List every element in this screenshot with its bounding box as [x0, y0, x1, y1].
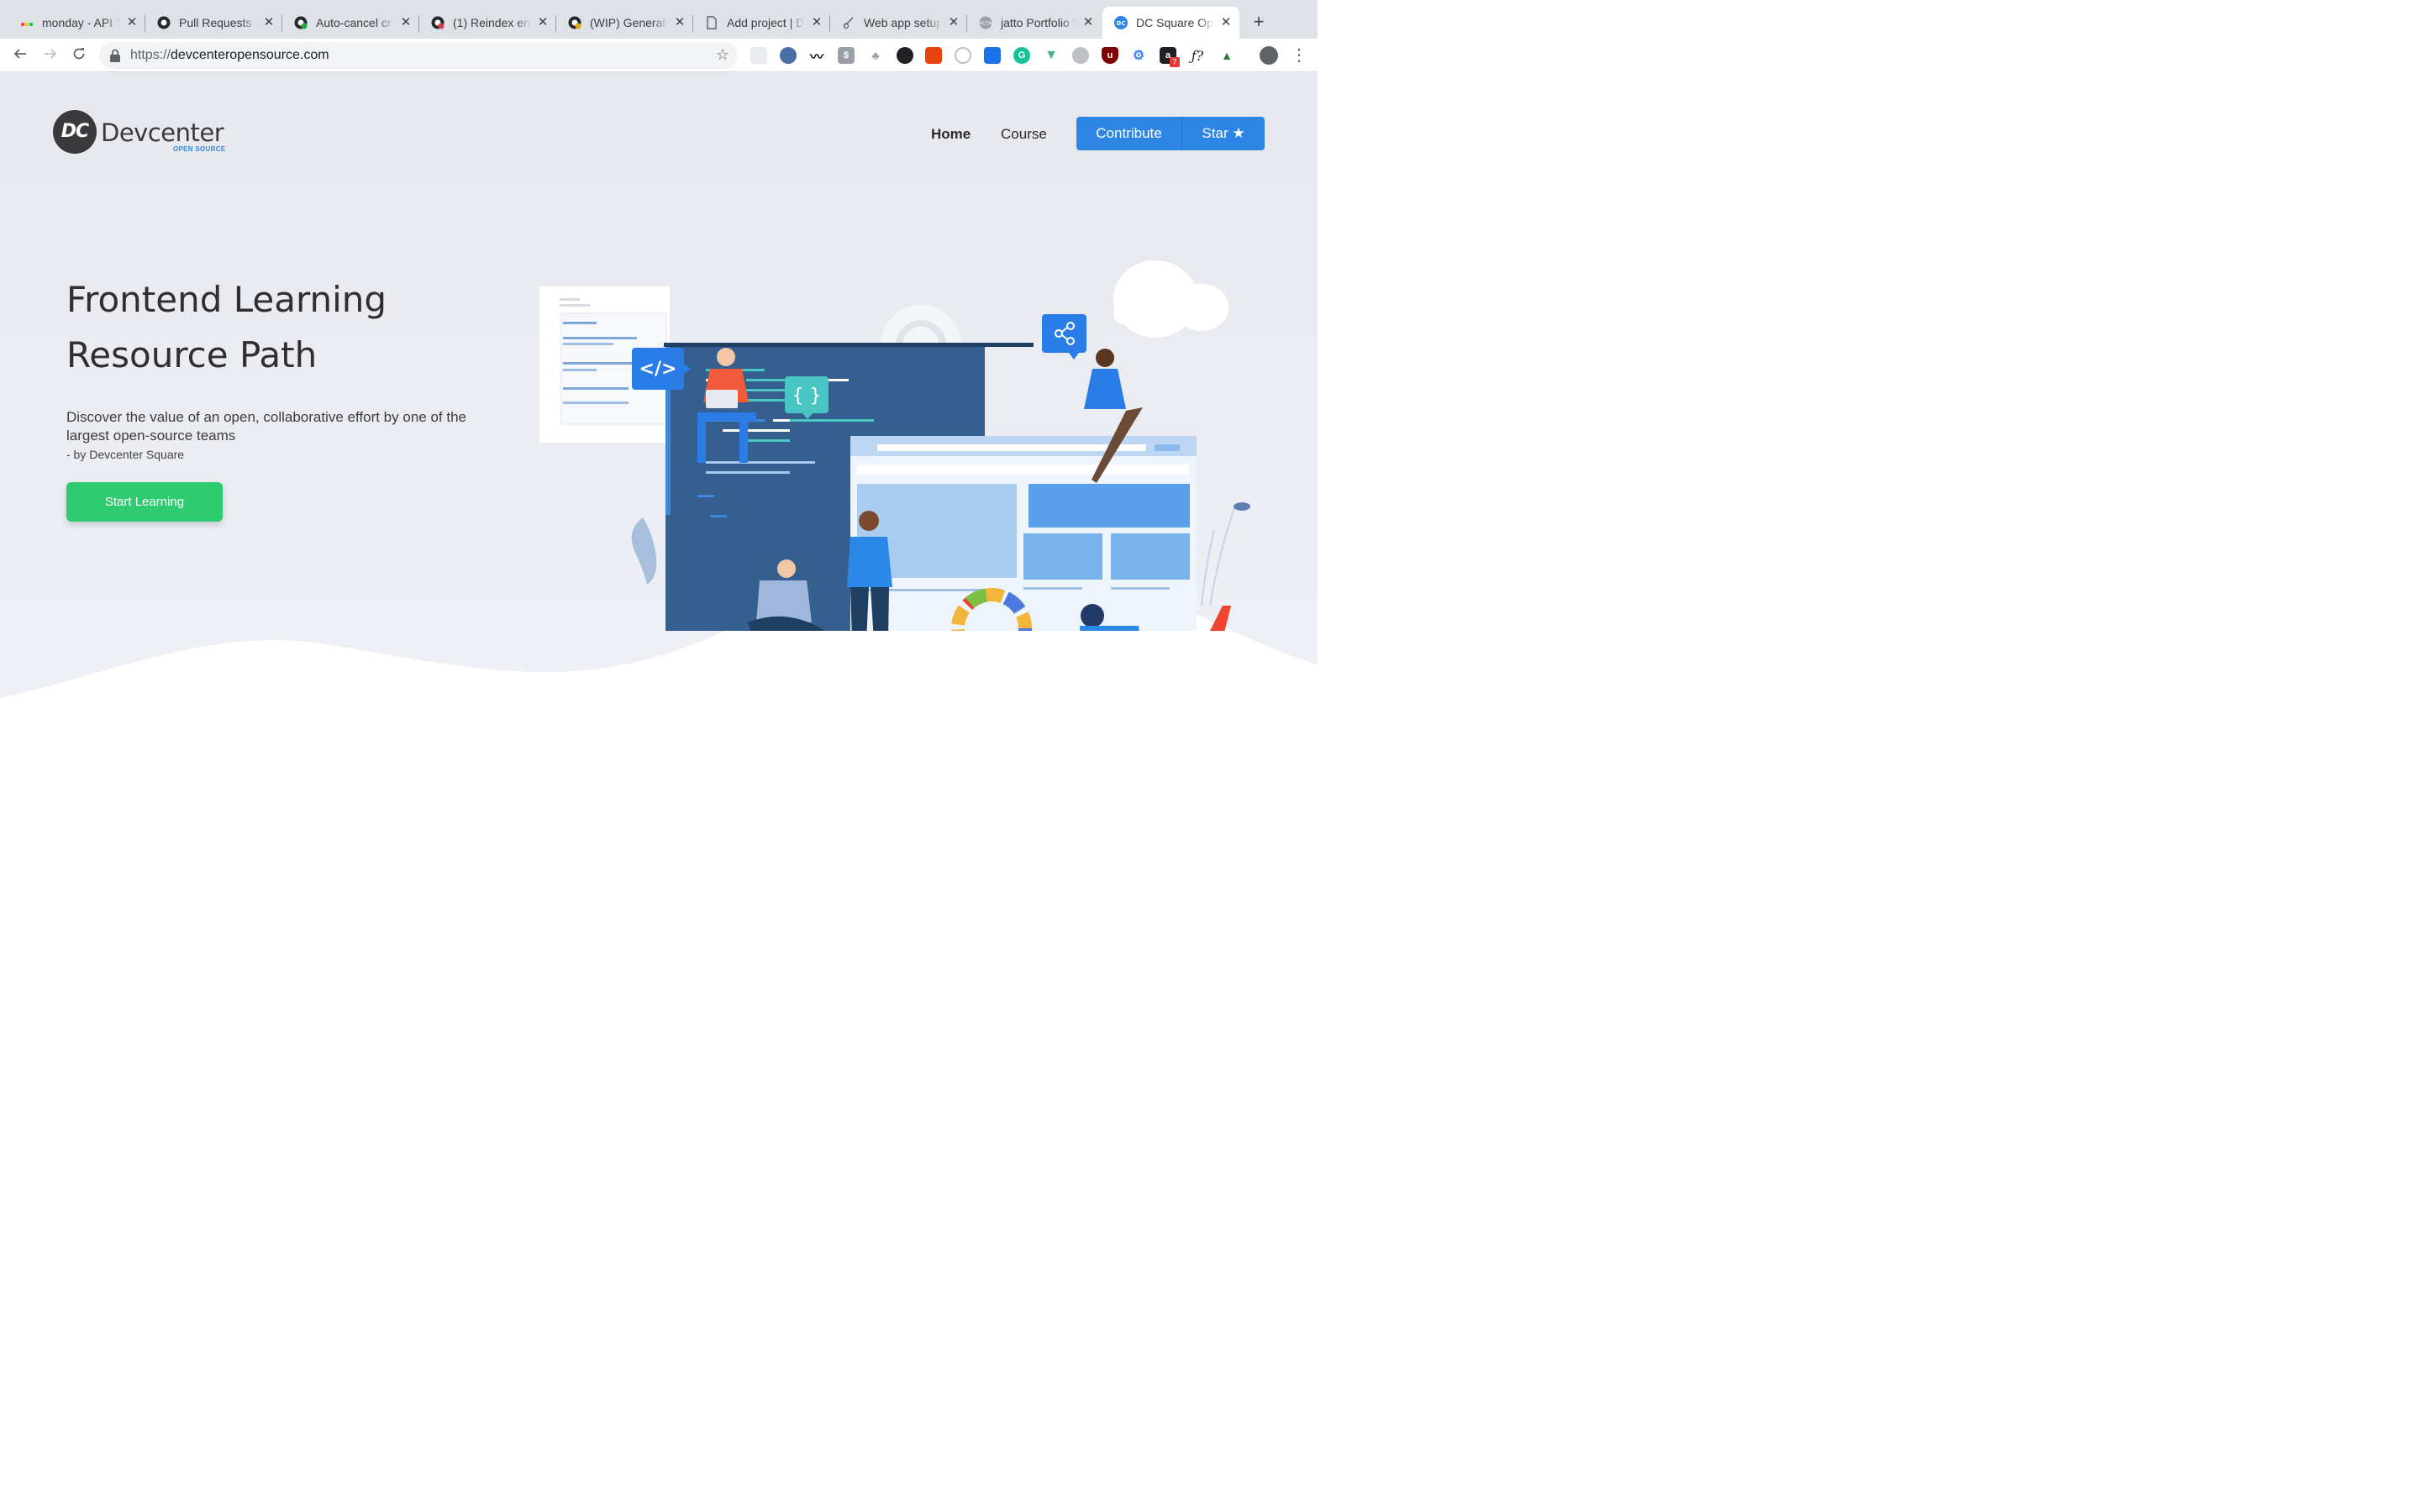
contribute-button[interactable]: Contribute: [1076, 117, 1182, 150]
browser-tab[interactable]: </> jatto Portfolio V ✕: [967, 7, 1102, 39]
extension-screenshot-icon[interactable]: [984, 47, 1001, 64]
nav-course-link[interactable]: Course: [1001, 126, 1047, 143]
browser-tab[interactable]: (1) Reindex enh ✕: [419, 7, 556, 39]
cloud-shape: [1113, 260, 1228, 338]
extension-avatar-icon[interactable]: [1072, 47, 1089, 64]
forward-arrow-icon[interactable]: [40, 45, 60, 66]
start-learning-button[interactable]: Start Learning: [66, 482, 223, 522]
tab-title: (WIP) Generate: [590, 16, 668, 29]
browser-tab[interactable]: Auto-cancel cr ✕: [282, 7, 419, 39]
extension-mountain-icon[interactable]: ▲: [1218, 47, 1235, 64]
tab-title: jatto Portfolio V: [1001, 16, 1076, 29]
browser-toolbar: https://devcenteropensource.com ☆ 〰 $ ♣ …: [0, 39, 1318, 72]
tab-title: DC Square Ope: [1136, 16, 1214, 29]
monday-icon: [20, 16, 34, 29]
extension-circle-icon[interactable]: [897, 47, 913, 64]
web-page: DC Devcenter OPEN SOURCE Home Course Con…: [0, 72, 1318, 823]
extension-gear-icon[interactable]: ⚙: [1130, 47, 1147, 64]
hero-title: Frontend Learning Resource Path: [66, 279, 387, 375]
browser-window-graphic: [850, 436, 1197, 631]
braces-bubble-icon: { }: [785, 376, 829, 419]
guitar-icon: [842, 16, 855, 29]
github-error-icon: [431, 16, 445, 29]
svg-text:</>: </>: [979, 19, 992, 27]
profile-avatar[interactable]: [1260, 46, 1278, 65]
hero-byline: - by Devcenter Square: [66, 448, 185, 461]
code-icon: </>: [979, 16, 992, 29]
bookmark-star-icon[interactable]: ☆: [716, 46, 729, 64]
new-tab-button[interactable]: +: [1249, 12, 1269, 32]
close-tab-icon[interactable]: ✕: [262, 16, 276, 29]
ublock-icon[interactable]: u: [1102, 47, 1118, 64]
github-pending-icon: [568, 16, 581, 29]
svg-text:</>: </>: [639, 359, 677, 380]
nav-home-link[interactable]: Home: [931, 126, 971, 143]
close-tab-icon[interactable]: ✕: [1081, 16, 1095, 29]
star-button[interactable]: Star ★: [1182, 117, 1265, 150]
extension-ring-icon[interactable]: [955, 47, 971, 64]
grammarly-icon[interactable]: G: [1013, 47, 1030, 64]
logo-tagline: OPEN SOURCE: [173, 145, 226, 153]
tab-title: Add project | D: [727, 16, 805, 29]
tab-title: Pull Requests ·: [179, 16, 257, 29]
browser-tab[interactable]: Pull Requests · ✕: [145, 7, 282, 39]
extension-camera-icon[interactable]: [925, 47, 942, 64]
extension-globe-icon[interactable]: [780, 47, 797, 64]
document-icon: [705, 16, 718, 29]
close-tab-icon[interactable]: ✕: [947, 16, 960, 29]
github-button-group: Contribute Star ★: [1076, 117, 1265, 150]
browser-tab-active[interactable]: DC DC Square Ope ✕: [1102, 7, 1239, 39]
close-tab-icon[interactable]: ✕: [536, 16, 550, 29]
logo-badge: DC: [53, 110, 97, 154]
vue-devtools-icon[interactable]: ▼: [1043, 47, 1060, 64]
close-tab-icon[interactable]: ✕: [810, 16, 823, 29]
lock-icon: [109, 49, 123, 62]
extension-f-icon[interactable]: ƒ?: [1189, 47, 1206, 64]
dc-icon: DC: [1114, 16, 1128, 29]
url-text: https://devcenteropensource.com: [130, 48, 329, 62]
extension-grid-icon[interactable]: [750, 47, 767, 64]
plant-left: [631, 517, 657, 585]
close-tab-icon[interactable]: ✕: [125, 16, 139, 29]
hero-illustration: </> { }: [539, 260, 1250, 631]
back-arrow-icon[interactable]: [10, 45, 30, 66]
more-menu-icon[interactable]: ⋮: [1291, 45, 1307, 66]
github-icon: [157, 16, 171, 29]
tab-title: (1) Reindex enh: [453, 16, 531, 29]
share-bubble-icon: [1042, 314, 1086, 360]
extension-badge: 7: [1170, 57, 1180, 67]
browser-tab[interactable]: monday - API T ✕: [8, 7, 145, 39]
address-bar[interactable]: https://devcenteropensource.com ☆: [99, 42, 738, 69]
svg-text:{ }: { }: [792, 386, 822, 407]
close-tab-icon[interactable]: ✕: [673, 16, 687, 29]
extension-tree-icon[interactable]: ♣: [867, 47, 884, 64]
tab-title: monday - API T: [42, 16, 120, 29]
tab-title: Web app setup: [864, 16, 942, 29]
reload-icon[interactable]: [69, 45, 89, 66]
logo-name: Devcenter: [101, 118, 224, 147]
browser-tab[interactable]: (WIP) Generate ✕: [556, 7, 693, 39]
close-tab-icon[interactable]: ✕: [399, 16, 413, 29]
tab-title: Auto-cancel cr: [316, 16, 392, 29]
github-check-icon: [294, 16, 308, 29]
site-logo[interactable]: DC Devcenter OPEN SOURCE: [53, 110, 229, 157]
extension-dollar-icon[interactable]: $: [838, 47, 855, 64]
hero-description: Discover the value of an open, collabora…: [66, 409, 466, 444]
plant-right: [1201, 502, 1250, 606]
browser-tab-strip: monday - API T ✕ Pull Requests · ✕ Auto-…: [0, 0, 1318, 39]
extension-wave-icon[interactable]: 〰: [808, 47, 825, 65]
browser-tab[interactable]: Web app setup ✕: [830, 7, 967, 39]
close-tab-icon[interactable]: ✕: [1219, 16, 1233, 29]
code-bubble-icon: </>: [632, 348, 691, 390]
browser-tab[interactable]: Add project | D ✕: [693, 7, 830, 39]
svg-text:DC: DC: [1117, 20, 1126, 27]
